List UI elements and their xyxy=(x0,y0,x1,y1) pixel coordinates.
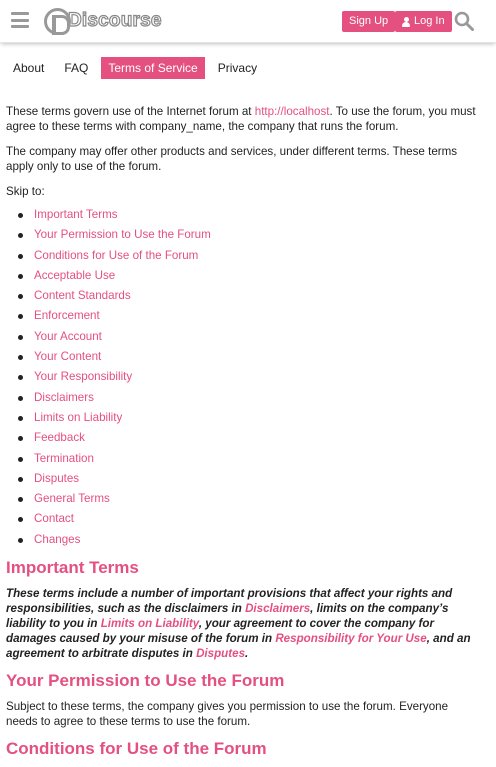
toc-link-contact[interactable]: Contact xyxy=(34,512,74,525)
toc-link-limits-on-liability[interactable]: Limits on Liability xyxy=(34,411,122,424)
tab-faq[interactable]: FAQ xyxy=(57,57,95,79)
toc-item: Your Account xyxy=(18,327,478,347)
toc-link-your-content[interactable]: Your Content xyxy=(34,350,101,363)
toc-link-conditions[interactable]: Conditions for Use of the Forum xyxy=(34,249,198,262)
toc-link-your-account[interactable]: Your Account xyxy=(34,330,102,343)
discourse-logo-icon xyxy=(44,7,71,35)
site-header: Discourse Sign Up Log In xyxy=(0,0,496,43)
toc-link-permission[interactable]: Your Permission to Use the Forum xyxy=(34,228,211,241)
tab-terms-of-service[interactable]: Terms of Service xyxy=(101,57,205,79)
heading-important-terms: Important Terms xyxy=(6,558,139,578)
log-in-button[interactable]: Log In xyxy=(395,11,452,32)
sign-up-label: Sign Up xyxy=(349,15,389,27)
toc-item: General Terms xyxy=(18,489,478,509)
toc-item: Your Permission to Use the Forum xyxy=(18,225,478,245)
toc-item: Your Responsibility xyxy=(18,367,478,387)
toc-link-enforcement[interactable]: Enforcement xyxy=(34,309,100,322)
link-responsibility-for-your-use[interactable]: Responsibility for Your Use xyxy=(275,632,426,645)
toc-link-feedback[interactable]: Feedback xyxy=(34,431,85,444)
toc-item: Important Terms xyxy=(18,205,478,225)
link-disclaimers[interactable]: Disclaimers xyxy=(245,602,310,615)
toc-item: Conditions for Use of the Forum xyxy=(18,246,478,266)
hamburger-menu-icon[interactable] xyxy=(11,12,29,28)
intro-paragraph-2: The company may offer other products and… xyxy=(6,145,458,173)
skip-to-label: Skip to: xyxy=(6,185,45,198)
toc-link-disclaimers[interactable]: Disclaimers xyxy=(34,391,94,404)
search-icon[interactable] xyxy=(454,11,474,31)
logo-text: Discourse xyxy=(67,9,162,31)
forum-url-link[interactable]: http://localhost xyxy=(255,105,330,118)
toc-link-important-terms[interactable]: Important Terms xyxy=(34,208,118,221)
toc-item: Your Content xyxy=(18,347,478,367)
toc-item: Changes xyxy=(18,530,478,550)
important-terms-paragraph: These terms include a number of importan… xyxy=(6,587,471,661)
link-disputes[interactable]: Disputes xyxy=(196,647,245,660)
heading-permission: Your Permission to Use the Forum xyxy=(6,671,285,691)
permission-paragraph: Subject to these terms, the company give… xyxy=(6,700,449,729)
toc-item: Limits on Liability xyxy=(18,408,478,428)
toc-item: Acceptable Use xyxy=(18,266,478,286)
toc-item: Termination xyxy=(18,449,478,469)
toc-link-content-standards[interactable]: Content Standards xyxy=(34,289,131,302)
toc-item: Content Standards xyxy=(18,286,478,306)
user-icon xyxy=(402,16,410,27)
toc-link-your-responsibility[interactable]: Your Responsibility xyxy=(34,370,132,383)
sign-up-button[interactable]: Sign Up xyxy=(342,11,396,32)
log-in-label: Log In xyxy=(414,15,445,27)
toc-link-changes[interactable]: Changes xyxy=(34,533,80,546)
toc-link-disputes[interactable]: Disputes xyxy=(34,472,79,485)
heading-conditions: Conditions for Use of the Forum xyxy=(6,739,267,759)
toc-item: Feedback xyxy=(18,428,478,448)
site-logo[interactable]: Discourse xyxy=(44,6,162,36)
toc-link-termination[interactable]: Termination xyxy=(34,452,94,465)
toc-item: Disclaimers xyxy=(18,388,478,408)
tab-about[interactable]: About xyxy=(6,57,51,79)
toc-item: Enforcement xyxy=(18,306,478,326)
toc-item: Disputes xyxy=(18,469,478,489)
intro-paragraph-1: These terms govern use of the Internet f… xyxy=(6,105,476,133)
tab-privacy[interactable]: Privacy xyxy=(211,57,264,79)
terms-content: These terms govern use of the Internet f… xyxy=(6,104,478,767)
table-of-contents: Important Terms Your Permission to Use t… xyxy=(6,205,478,550)
toc-item: Contact xyxy=(18,509,478,529)
nav-tabs: About FAQ Terms of Service Privacy xyxy=(6,57,270,79)
link-limits-on-liability[interactable]: Limits on Liability xyxy=(101,617,199,630)
toc-link-acceptable-use[interactable]: Acceptable Use xyxy=(34,269,115,282)
toc-link-general-terms[interactable]: General Terms xyxy=(34,492,110,505)
